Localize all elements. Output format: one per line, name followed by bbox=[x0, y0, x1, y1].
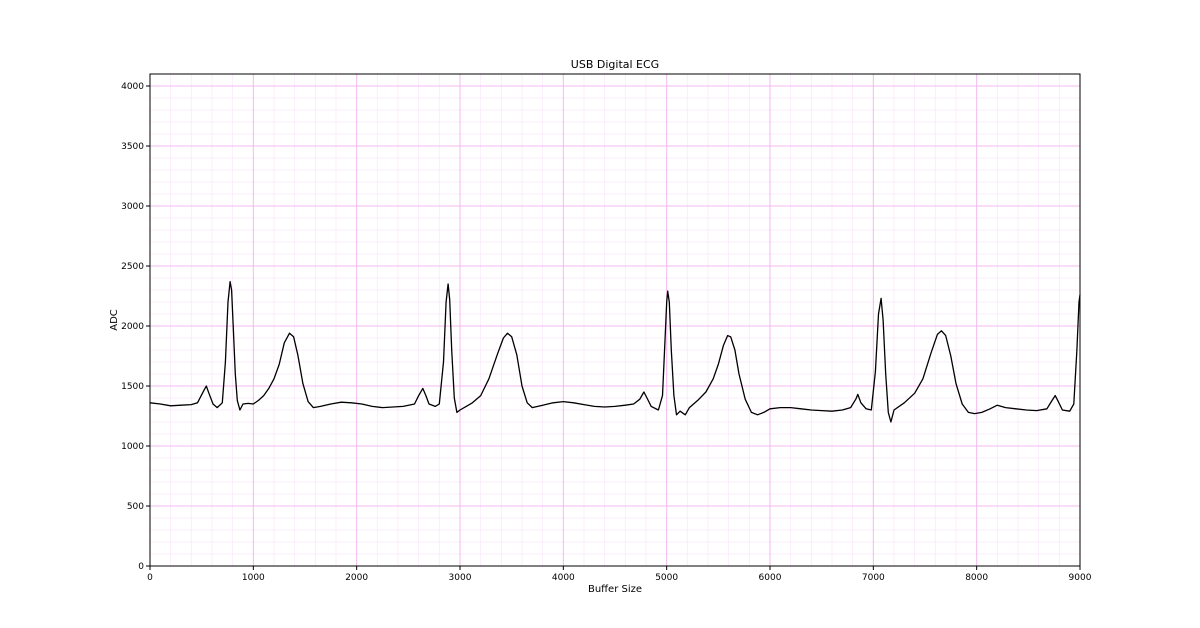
y-tick-label: 3000 bbox=[121, 202, 144, 212]
x-tick-label: 6000 bbox=[759, 573, 782, 583]
x-tick-label: 3000 bbox=[449, 573, 472, 583]
y-tick-label: 3500 bbox=[121, 142, 144, 152]
y-tick-label: 1000 bbox=[121, 442, 144, 452]
x-tick-label: 2000 bbox=[345, 573, 368, 583]
x-axis-label: Buffer Size bbox=[588, 584, 642, 595]
x-tick-label: 4000 bbox=[552, 573, 575, 583]
y-tick-label: 4000 bbox=[121, 82, 144, 92]
x-tick-label: 0 bbox=[147, 573, 153, 583]
y-tick-label: 0 bbox=[138, 562, 144, 572]
y-tick-label: 2000 bbox=[121, 322, 144, 332]
x-tick-label: 7000 bbox=[862, 573, 885, 583]
chart-title: USB Digital ECG bbox=[571, 58, 659, 71]
y-tick-label: 2500 bbox=[121, 262, 144, 272]
y-tick-label: 1500 bbox=[121, 382, 144, 392]
x-tick-label: 5000 bbox=[655, 573, 678, 583]
y-axis-label: ADC bbox=[109, 309, 120, 331]
x-tick-label: 1000 bbox=[242, 573, 265, 583]
x-tick-label: 9000 bbox=[1069, 573, 1092, 583]
x-tick-label: 8000 bbox=[965, 573, 988, 583]
y-tick-label: 500 bbox=[127, 502, 144, 512]
ecg-chart: 0 1000 2000 3000 4000 5000 6000 7000 8000 9000 0 5… bbox=[0, 0, 1200, 628]
